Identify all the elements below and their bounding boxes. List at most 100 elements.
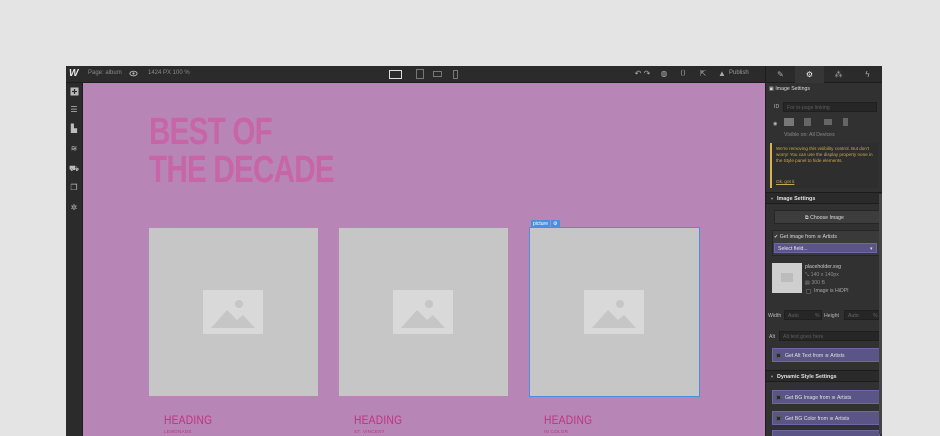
card-heading[interactable]: HEADING	[354, 413, 402, 427]
panel-tabs: ✎ ⚙ ⁂ ϟ	[766, 66, 882, 83]
add-element-icon[interactable]	[69, 87, 79, 97]
canvas-dimensions: 1424 PX 100 %	[148, 70, 190, 76]
settings-panel: ✎ ⚙ ⁂ ϟ ▣ Image Settings ID For in-page …	[765, 66, 882, 436]
width-input[interactable]: Auto %	[784, 310, 822, 320]
more-binding[interactable]	[772, 430, 880, 436]
webflow-logo[interactable]: W	[69, 68, 81, 80]
album-card-image[interactable]	[339, 228, 508, 396]
height-unit: %	[873, 313, 878, 319]
portrait-visibility-toggle[interactable]	[843, 118, 848, 126]
choose-image-label: ⧉ Choose Image	[805, 215, 844, 221]
alt-label: Alt	[769, 334, 776, 340]
designer-app: W Page: album 1424 PX 100 % ↶ ↷ ◍ ⟨⟩ ⇱ ▲…	[66, 66, 882, 436]
tablet-view-icon[interactable]	[415, 69, 424, 79]
visibility-warning: We're removing this visibility control. …	[770, 143, 878, 188]
image-thumbnail[interactable]	[772, 263, 802, 293]
width-unit: %	[815, 313, 820, 319]
pages-icon[interactable]: ▙	[69, 124, 79, 134]
id-label: ID	[774, 104, 780, 110]
globe-icon[interactable]: ◍	[659, 69, 669, 79]
page-selector[interactable]: Page: album	[88, 70, 122, 76]
bg-color-binding[interactable]: Get BG Color from ≋ Artists	[772, 411, 880, 425]
redo-icon[interactable]: ↷	[642, 69, 652, 79]
height-label: Height	[824, 313, 839, 319]
alt-input[interactable]: Alt text goes here	[779, 331, 880, 341]
visibility-eye-icon: ◉	[773, 121, 778, 127]
height-value: Auto	[848, 313, 859, 319]
tablet-visibility-toggle[interactable]	[804, 118, 811, 126]
desktop-visibility-toggle[interactable]	[784, 118, 794, 126]
get-image-from[interactable]: ✔ Get image from ≋ Artists	[774, 234, 837, 240]
dropdown-caret-icon: ▾	[870, 246, 873, 252]
bg-image-label: Get BG Image from ≋ Artists	[785, 395, 852, 401]
id-input[interactable]: For in-page linking	[783, 102, 877, 112]
width-value: Auto	[788, 313, 799, 319]
ecommerce-icon[interactable]: ⛟	[69, 164, 79, 174]
selection-label[interactable]: picture ⚙	[531, 220, 560, 228]
publish-button[interactable]: Publish	[729, 70, 749, 76]
image-placeholder-icon	[203, 290, 263, 334]
warning-text: We're removing this visibility control. …	[776, 146, 873, 163]
select-field-dropdown[interactable]: Select field... ▾	[774, 243, 877, 253]
visible-on-text: Visible on: All Devices	[784, 132, 835, 138]
top-bar: W Page: album 1424 PX 100 % ↶ ↷ ◍ ⟨⟩ ⇱ ▲…	[66, 66, 882, 83]
id-placeholder: For in-page linking	[787, 105, 830, 111]
hero-title[interactable]: BEST OF THE DECADE	[149, 111, 335, 191]
image-placeholder-icon	[393, 290, 453, 334]
dynamic-style-section[interactable]: ▼ Dynamic Style Settings	[766, 370, 882, 382]
image-placeholder-icon	[584, 290, 644, 334]
design-canvas[interactable]: BEST OF THE DECADE picture ⚙ HEADING LEM…	[83, 83, 765, 436]
panel-scrollbar[interactable]	[879, 194, 882, 434]
album-card-image-selected[interactable]	[529, 227, 700, 397]
select-field-text: Select field...	[778, 246, 808, 252]
get-alt-checkbox[interactable]	[776, 353, 781, 358]
assets-icon[interactable]: ❐	[69, 183, 79, 193]
collapse-caret-icon: ▼	[770, 374, 774, 379]
bg-color-checkbox[interactable]	[776, 416, 781, 421]
height-input[interactable]: Auto %	[844, 310, 880, 320]
mobile-portrait-icon[interactable]	[452, 69, 458, 79]
file-name: placeholder.svg	[805, 264, 842, 270]
card-subtitle[interactable]: ST. VINCENT	[354, 429, 385, 434]
landscape-visibility-toggle[interactable]	[824, 119, 832, 125]
alt-placeholder: Alt text goes here	[783, 334, 824, 340]
hero-line-1: BEST OF	[149, 111, 273, 153]
lightning-tab-icon[interactable]: ϟ	[853, 66, 882, 83]
hero-line-2: THE DECADE	[149, 149, 335, 191]
hidpi-label: Image is HiDPI	[814, 288, 849, 294]
card-heading[interactable]: HEADING	[544, 413, 592, 427]
settings-tab-gear-icon[interactable]: ⚙	[795, 66, 824, 83]
eye-icon[interactable]	[128, 69, 138, 79]
interactions-tab-icon[interactable]: ⁂	[824, 66, 853, 83]
export-icon[interactable]: ⇱	[698, 69, 708, 79]
bg-image-checkbox[interactable]	[776, 395, 781, 400]
get-alt-text-bar[interactable]: Get Alt Text from ≋ Artists	[772, 348, 880, 362]
code-icon[interactable]: ⟨⟩	[678, 69, 688, 79]
cms-icon[interactable]: ≋	[69, 144, 79, 154]
file-size: ▤ 300 B	[805, 280, 825, 286]
image-settings-section[interactable]: ▼ Image Settings	[766, 192, 882, 204]
desktop-view-icon[interactable]	[388, 69, 402, 79]
warning-dismiss-link[interactable]: Ok, got it	[776, 179, 876, 185]
card-heading[interactable]: HEADING	[164, 413, 212, 427]
file-dimensions: ⤡ 140 x 140px	[805, 272, 839, 278]
bg-color-label: Get BG Color from ≋ Artists	[785, 416, 850, 422]
publish-icon[interactable]: ▲	[717, 69, 727, 79]
hidpi-checkbox[interactable]	[806, 289, 811, 294]
album-card-image[interactable]	[149, 228, 318, 396]
card-subtitle[interactable]: LEMONADE	[164, 429, 192, 434]
settings-icon[interactable]: ✲	[69, 203, 79, 213]
style-tab-brush-icon[interactable]: ✎	[766, 66, 795, 83]
collapse-caret-icon: ▼	[770, 196, 774, 201]
panel-header: ▣ Image Settings	[769, 86, 810, 92]
width-label: Width	[768, 313, 782, 319]
settings-gear-icon[interactable]: ⚙	[551, 220, 560, 228]
mobile-landscape-icon[interactable]	[432, 69, 442, 79]
selection-name: picture	[531, 220, 551, 228]
get-alt-label: Get Alt Text from ≋ Artists	[785, 353, 845, 359]
choose-image-button[interactable]: ⧉ Choose Image	[774, 210, 882, 224]
card-subtitle[interactable]: IN COLOR	[544, 429, 568, 434]
bg-image-binding[interactable]: Get BG Image from ≋ Artists	[772, 390, 880, 404]
navigator-icon[interactable]: ☰	[69, 105, 79, 115]
left-toolbar: ☰ ▙ ≋ ⛟ ❐ ✲	[66, 83, 83, 436]
